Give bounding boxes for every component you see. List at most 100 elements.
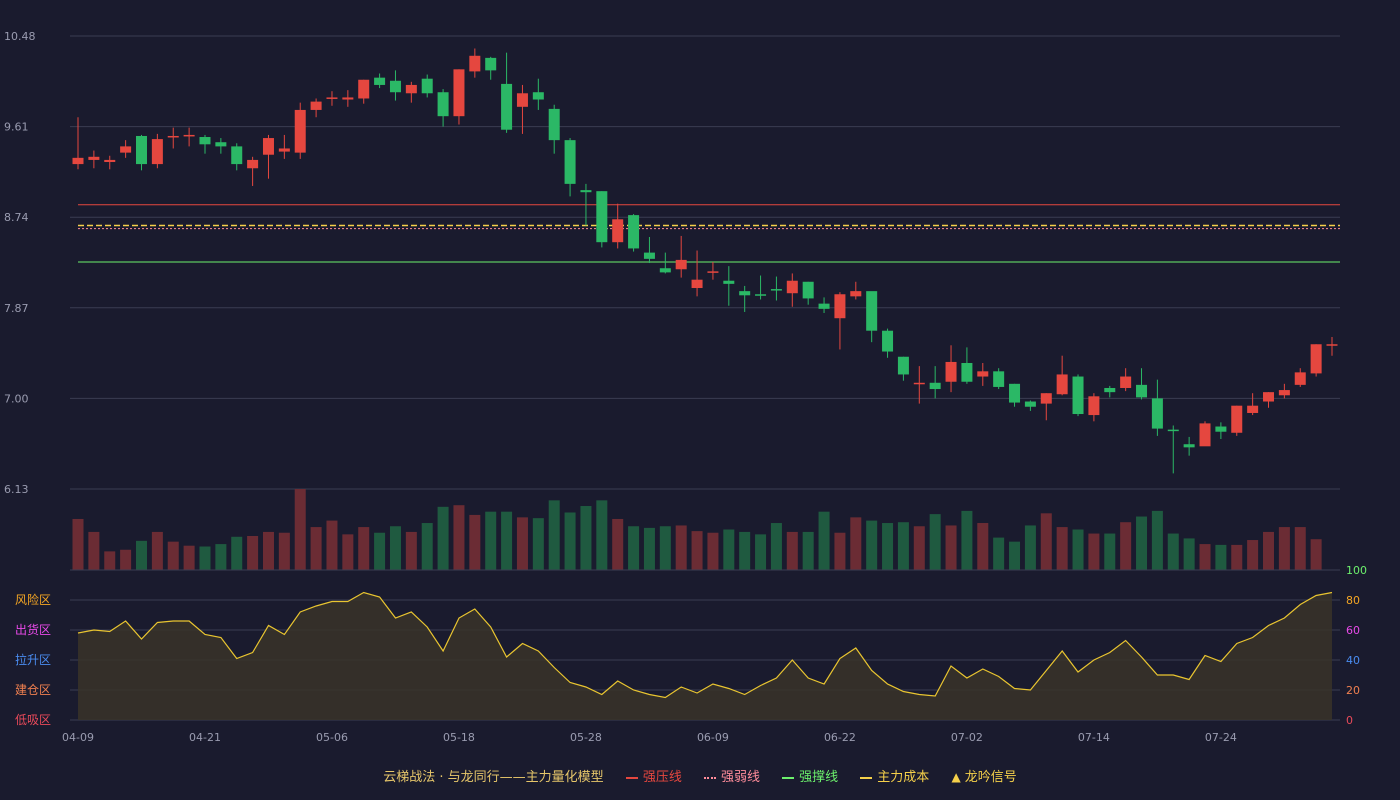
volume-bar (723, 529, 735, 570)
volume-bar (231, 536, 243, 570)
volume-bar (215, 544, 227, 570)
volume-bar (342, 534, 354, 570)
candle-body (294, 109, 306, 153)
price-tick-label: 7.00 (4, 392, 29, 405)
x-tick-label: 07-02 (951, 731, 983, 744)
volume-bar (628, 526, 640, 570)
volume-bar (897, 522, 909, 570)
volume-bar (643, 527, 655, 570)
volume-bar (104, 551, 116, 570)
x-tick-label: 07-14 (1078, 731, 1110, 744)
candle-body (691, 279, 703, 289)
volume-bar (1215, 544, 1227, 570)
chart-stage: 10.48 9.61 8.74 7.87 7.00 6.13 0 20 40 60 80 100 风险区… (0, 0, 1400, 800)
candlestick-chart: 10.48 9.61 8.74 7.87 7.00 6.13 0 20 40 60 80 100 风险区… (4, 30, 1367, 744)
candle-body (1263, 392, 1275, 402)
volume-bar (1056, 527, 1068, 570)
volume-bar (913, 526, 925, 570)
candle-body (262, 138, 274, 155)
legend-item-pressure[interactable]: 强压线 (625, 766, 682, 785)
volume-bar (358, 527, 370, 570)
candle-body (548, 108, 560, 141)
indicator-zone-label: 建仓区 (15, 683, 51, 697)
candle-body (120, 146, 132, 153)
candle-body (516, 93, 528, 107)
volume-bar (437, 506, 449, 570)
indicator-tick-label: 60 (1346, 624, 1360, 637)
candle-body (612, 219, 624, 243)
candle-body (167, 135, 179, 138)
volume-bar (1294, 527, 1306, 570)
triangle-icon: ▲ (951, 770, 961, 784)
candle-body (643, 252, 655, 259)
volume-bar (1199, 544, 1211, 570)
legend-item-cost[interactable]: 主力成本 (860, 766, 929, 785)
candle-body (532, 92, 544, 100)
x-tick-label: 04-09 (62, 731, 94, 744)
candle-body (628, 215, 640, 249)
volume-bar (1247, 540, 1259, 570)
volume-bar (501, 511, 513, 570)
volume-bar (580, 506, 592, 570)
candle-body (1104, 387, 1116, 393)
indicator-tick-label: 20 (1346, 684, 1360, 697)
legend-label-support: 强撑线 (799, 770, 839, 785)
candle-body (1009, 383, 1021, 403)
volume-bar (294, 489, 306, 570)
candle-body (358, 79, 370, 99)
candle-body (723, 280, 735, 284)
volume-bar (961, 510, 973, 570)
volume-bar (691, 531, 703, 570)
volume-bar (548, 500, 560, 570)
indicator-tick-label: 100 (1346, 564, 1367, 577)
candle-body (596, 191, 608, 243)
candle-body (1072, 376, 1084, 415)
volume-bar (1263, 531, 1275, 570)
candle-body (866, 291, 878, 331)
price-tick-label: 6.13 (4, 483, 29, 496)
volume-bar (516, 517, 528, 570)
volume-bar (485, 511, 497, 570)
candle-body (897, 356, 909, 375)
candle-body (659, 268, 671, 273)
candle-body (421, 78, 433, 94)
candle-body (770, 289, 782, 291)
price-tick-label: 10.48 (4, 30, 36, 43)
price-tick-label: 8.74 (4, 211, 29, 224)
candle-body (580, 190, 592, 193)
candle-body (1310, 344, 1322, 374)
candle-body (993, 371, 1005, 387)
volume-bar (1104, 533, 1116, 570)
indicator-zone-label: 拉升区 (15, 652, 51, 667)
candle-body (1326, 344, 1338, 346)
indicator-tick-label: 0 (1346, 714, 1353, 727)
candle-body (1120, 376, 1132, 388)
volume-bar (183, 545, 195, 570)
candle-body (310, 101, 322, 110)
volume-bar (1183, 538, 1195, 570)
candle-body (231, 146, 243, 165)
volume-bar (1278, 527, 1290, 570)
volume-bar (770, 523, 782, 570)
candle-body (151, 139, 163, 165)
price-tick-label: 9.61 (4, 121, 29, 134)
legend-item-signal[interactable]: ▲ 龙吟信号 (951, 766, 1016, 785)
legend-item-weak[interactable]: 强弱线 (703, 766, 760, 785)
volume-bar (262, 531, 274, 570)
legend-item-support[interactable]: 强撑线 (782, 766, 838, 785)
indicator-zone-label: 出货区 (15, 622, 51, 637)
candle-body (1088, 396, 1100, 416)
candle-body (707, 271, 719, 273)
candle-body (850, 291, 862, 297)
legend-label-weak: 强弱线 (720, 770, 760, 785)
candle-body (961, 362, 973, 382)
candle-body (104, 159, 116, 163)
candle-body (755, 294, 767, 296)
candle-body (802, 281, 814, 299)
volume-bar (564, 512, 576, 570)
chart-legend: 云梯战法 · 与龙同行——主力量化模型 强压线 强弱线 强撑线 主力成本 ▲ 龙吟… (0, 766, 1400, 785)
volume-bar (834, 532, 846, 570)
volume-bar (882, 523, 894, 570)
volume-bar (1151, 510, 1163, 570)
volume-bar (469, 514, 481, 570)
